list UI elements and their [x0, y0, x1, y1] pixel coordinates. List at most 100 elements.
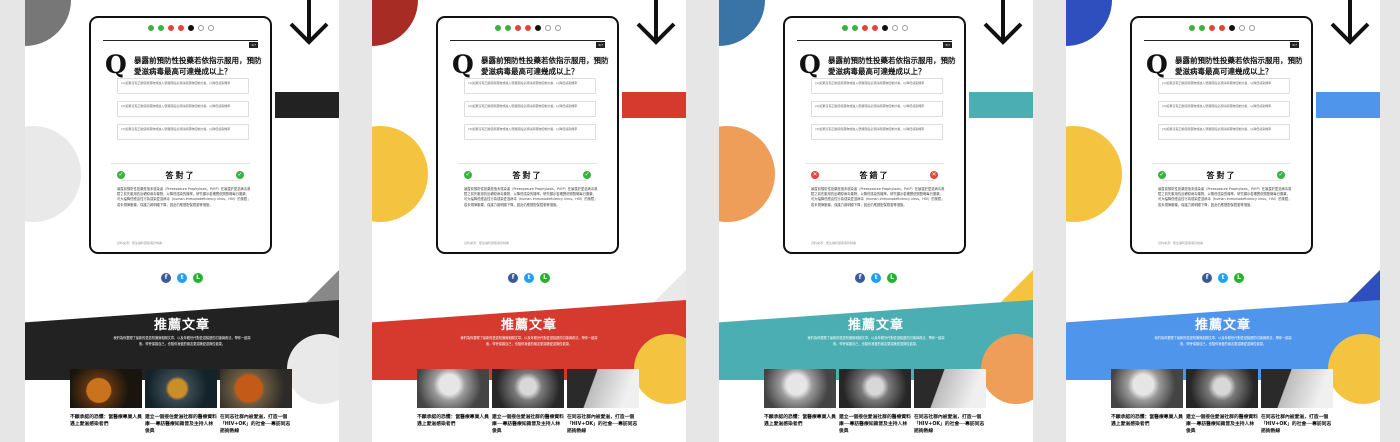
corner-circle-decoration	[719, 0, 765, 46]
facebook-share-icon[interactable]: f	[161, 273, 171, 283]
article-caption[interactable]: 不願承認的恐懼：當醫療專業人員遇上愛滋感染者們	[70, 414, 142, 428]
progress-dot[interactable]	[534, 25, 541, 31]
progress-dot[interactable]	[881, 25, 888, 31]
answer-option[interactable]: (3)如果沒有正確使用藥物或進入發展階段必須採用藥物控制計畫，以降低感染機率	[1158, 124, 1290, 140]
article-thumbnails	[417, 369, 639, 408]
line-share-icon[interactable]: L	[1234, 273, 1244, 283]
twitter-share-icon[interactable]: t	[871, 273, 881, 283]
article-thumbnail[interactable]	[492, 369, 564, 408]
progress-dot[interactable]	[851, 25, 858, 31]
progress-dot[interactable]	[177, 25, 184, 31]
article-caption[interactable]: 在同志社群內被愛滋，打造一個「HIV+OK」的社會──專訪同志諮詢熱線	[914, 414, 986, 435]
article-caption[interactable]: 建立一個接住愛滋社群的醫療資料庫──專訪醫療知識普及主持人林俊典	[839, 414, 911, 435]
progress-dot[interactable]	[841, 25, 848, 31]
progress-dot[interactable]	[187, 25, 194, 31]
progress-dot[interactable]	[554, 25, 561, 31]
quiz-panel-gray: 3/7 Q 暴露前預防性投藥若依指示服用，預防愛滋病毒最高可達幾成以上？ (1)如果沒…	[25, 0, 339, 442]
facebook-share-icon[interactable]: f	[1202, 273, 1212, 283]
answer-option[interactable]: (2)如果沒有正確使用藥物或進入發展階段必須採用藥物控制計畫，以降低感染機率	[1158, 101, 1290, 117]
down-arrow-icon	[289, 0, 329, 45]
progress-dot[interactable]	[197, 25, 204, 31]
article-caption[interactable]: 不願承認的恐懼：當醫療專業人員遇上愛滋感染者們	[764, 414, 836, 428]
article-thumbnail[interactable]	[839, 369, 911, 408]
result-underline	[1162, 180, 1281, 181]
progress-dot[interactable]	[207, 25, 214, 31]
line-share-icon[interactable]: L	[540, 273, 550, 283]
answer-option[interactable]: (3)如果沒有正確使用藥物或進入發展階段必須採用藥物控制計畫，以降低感染機率	[117, 124, 249, 140]
progress-dot[interactable]	[901, 25, 908, 31]
article-thumbnail[interactable]	[764, 369, 836, 408]
progress-dot[interactable]	[167, 25, 174, 31]
question-mark-logo: Q	[799, 50, 821, 79]
article-caption[interactable]: 不願承認的恐懼：當醫療專業人員遇上愛滋感染者們	[417, 414, 489, 428]
facebook-share-icon[interactable]: f	[508, 273, 518, 283]
article-caption[interactable]: 在同志社群內被愛滋，打造一個「HIV+OK」的社會──專訪同志諮詢熱線	[1261, 414, 1333, 435]
progress-dot[interactable]	[1248, 25, 1255, 31]
progress-dot[interactable]	[1198, 25, 1205, 31]
card-top-rule	[103, 40, 258, 41]
article-thumbnail[interactable]	[1186, 369, 1258, 408]
right-band-decoration	[969, 92, 1033, 118]
progress-dot[interactable]	[157, 25, 164, 31]
share-buttons: ftL	[372, 273, 686, 283]
explanation-text: 暴露前預防性投藥是指未感染者（Preexposure Prophylaxis，P…	[1158, 187, 1292, 207]
article-thumbnail[interactable]	[417, 369, 489, 408]
recommend-description: 我們為你整理了最新的愛滋知識與相關文章，以及年輕世代對愛滋議題的討論與看法，帶你…	[1154, 336, 1292, 346]
article-caption[interactable]: 不願承認的恐懼：當醫療專業人員遇上愛滋感染者們	[1111, 414, 1183, 428]
answer-option[interactable]: (1)如果沒有正確使用藥物或進入發展階段必須採用藥物控制計畫，以降低感染機率	[464, 78, 596, 94]
line-share-icon[interactable]: L	[887, 273, 897, 283]
check-icon: ✓	[236, 171, 244, 179]
answer-option[interactable]: (2)如果沒有正確使用藥物或進入發展階段必須採用藥物控制計畫，以降低感染機率	[811, 101, 943, 117]
twitter-share-icon[interactable]: t	[177, 273, 187, 283]
progress-dot[interactable]	[514, 25, 521, 31]
article-caption[interactable]: 在同志社群內被愛滋，打造一個「HIV+OK」的社會──專訪同志諮詢熱線	[567, 414, 639, 435]
answer-option[interactable]: (2)如果沒有正確使用藥物或進入發展階段必須採用藥物控制計畫，以降低感染機率	[464, 101, 596, 117]
progress-dot[interactable]	[871, 25, 878, 31]
progress-dot[interactable]	[504, 25, 511, 31]
screenshot-stage: 3/7 Q 暴露前預防性投藥若依指示服用，預防愛滋病毒最高可達幾成以上？ (1)如果沒…	[0, 0, 1400, 442]
article-caption[interactable]: 建立一個接住愛滋社群的醫療資料庫──專訪醫療知識普及主持人林俊典	[145, 414, 217, 435]
answer-option[interactable]: (1)如果沒有正確使用藥物或進入發展階段必須採用藥物控制計畫，以降低感染機率	[1158, 78, 1290, 94]
progress-dot[interactable]	[147, 25, 154, 31]
article-caption[interactable]: 在同志社群內被愛滋，打造一個「HIV+OK」的社會──專訪同志諮詢熱線	[220, 414, 292, 435]
article-thumbnail[interactable]	[70, 369, 142, 408]
article-thumbnail[interactable]	[145, 369, 217, 408]
result-underline	[121, 180, 240, 181]
progress-dot[interactable]	[891, 25, 898, 31]
article-thumbnail[interactable]	[914, 369, 986, 408]
article-thumbnails	[764, 369, 986, 408]
quiz-panel-teal: 3/7 Q 暴露前預防性投藥若依指示服用，預防愛滋病毒最高可達幾成以上？ (1)如果沒…	[719, 0, 1033, 442]
recommend-description: 我們為你整理了最新的愛滋知識與相關文章，以及年輕世代對愛滋議題的討論與看法，帶你…	[807, 336, 945, 346]
answer-option[interactable]: (3)如果沒有正確使用藥物或進入發展階段必須採用藥物控制計畫，以降低感染機率	[464, 124, 596, 140]
source-note: 資料來源：衛生福利部疾病管制署	[811, 241, 857, 245]
question-mark-logo: Q	[105, 50, 127, 79]
article-thumbnail[interactable]	[1111, 369, 1183, 408]
article-caption[interactable]: 建立一個接住愛滋社群的醫療資料庫──專訪醫療知識普及主持人林俊典	[1186, 414, 1258, 435]
line-share-icon[interactable]: L	[193, 273, 203, 283]
article-thumbnails	[1111, 369, 1333, 408]
progress-dot[interactable]	[861, 25, 868, 31]
progress-dot[interactable]	[1188, 25, 1195, 31]
twitter-share-icon[interactable]: t	[1218, 273, 1228, 283]
twitter-share-icon[interactable]: t	[524, 273, 534, 283]
card-top-rule	[450, 40, 605, 41]
article-thumbnail[interactable]	[220, 369, 292, 408]
progress-dot[interactable]	[524, 25, 531, 31]
progress-dot[interactable]	[494, 25, 501, 31]
facebook-share-icon[interactable]: f	[855, 273, 865, 283]
answer-option[interactable]: (1)如果沒有正確使用藥物或進入發展階段必須採用藥物控制計畫，以降低感染機率	[117, 78, 249, 94]
quiz-panel-blue: 3/7 Q 暴露前預防性投藥若依指示服用，預防愛滋病毒最高可達幾成以上？ (1)如果沒…	[1066, 0, 1380, 442]
answer-option[interactable]: (2)如果沒有正確使用藥物或進入發展階段必須採用藥物控制計畫，以降低感染機率	[117, 101, 249, 117]
card-top-rule	[1144, 40, 1299, 41]
progress-dot[interactable]	[1238, 25, 1245, 31]
progress-dot[interactable]	[1208, 25, 1215, 31]
progress-dot[interactable]	[1218, 25, 1225, 31]
explanation-text: 暴露前預防性投藥是指未感染者（Preexposure Prophylaxis，P…	[811, 187, 945, 207]
article-thumbnail[interactable]	[1261, 369, 1333, 408]
article-caption[interactable]: 建立一個接住愛滋社群的醫療資料庫──專訪醫療知識普及主持人林俊典	[492, 414, 564, 435]
answer-option[interactable]: (3)如果沒有正確使用藥物或進入發展階段必須採用藥物控制計畫，以降低感染機率	[811, 124, 943, 140]
answer-option[interactable]: (1)如果沒有正確使用藥物或進入發展階段必須採用藥物控制計畫，以降低感染機率	[811, 78, 943, 94]
progress-dot[interactable]	[1228, 25, 1235, 31]
article-thumbnail[interactable]	[567, 369, 639, 408]
progress-dot[interactable]	[544, 25, 551, 31]
